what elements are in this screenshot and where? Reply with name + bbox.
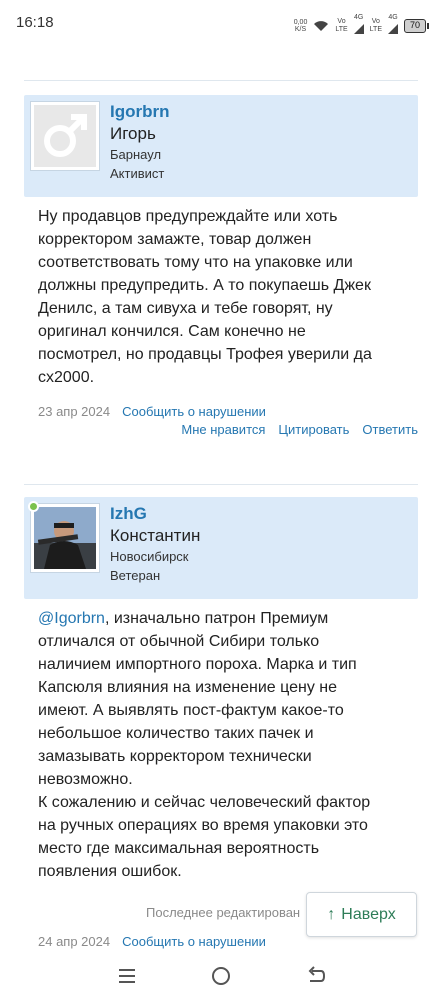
report-link[interactable]: Сообщить о нарушении [122,933,266,951]
battery-icon: 70 [404,18,429,33]
back-icon [308,966,325,982]
like-link[interactable]: Мне нравится [181,421,265,439]
system-navigation-bar [0,952,443,1000]
avatar[interactable] [30,503,100,573]
online-status-dot [28,501,39,512]
forum-thread[interactable]: Igorbrn Игорь Барнаул Активист Ну продав… [0,48,443,952]
sim1-volte: Vo LTE [335,17,348,33]
mention-link[interactable]: @Igorbrn [38,610,105,627]
sim2-signal: 4G [388,14,398,37]
forum-post: IzhG Константин Новосибирск Ветеран @Igo… [24,497,418,883]
status-bar: 16:18 0,00 K/S Vo LTE 4G Vo LTE 4G 70 [0,0,443,48]
post-date[interactable]: 24 апр 2024 [38,933,110,951]
signal-bars-icon [388,24,398,34]
scroll-to-top-label: Наверх [341,905,396,923]
post-date[interactable]: 23 апр 2024 [38,403,110,421]
post-author-header: IzhG Константин Новосибирск Ветеран [24,497,418,599]
reply-link[interactable]: Ответить [362,421,418,439]
divider [24,80,418,81]
post-meta: 24 апр 2024 Сообщить о нарушении [24,933,280,951]
author-info: IzhG Константин Новосибирск Ветеран [110,503,200,585]
status-time: 16:18 [16,14,54,31]
post-author-header: Igorbrn Игорь Барнаул Активист [24,95,418,197]
network-speed: 0,00 K/S [293,18,308,33]
home-circle-icon [212,967,231,985]
sim2-volte: Vo LTE [369,17,382,33]
scroll-to-top-button[interactable]: ↑ Наверх [306,892,417,937]
author-location: Барнаул [110,147,162,162]
status-icons: 0,00 K/S Vo LTE 4G Vo LTE 4G 70 [294,14,429,37]
male-symbol-icon [44,114,87,157]
arrow-up-icon: ↑ [327,905,336,923]
avatar[interactable] [30,101,100,171]
divider [24,484,418,485]
author-rank: Ветеран [110,568,161,583]
home-button[interactable] [209,964,233,988]
report-link[interactable]: Сообщить о нарушении [122,403,266,421]
author-location: Новосибирск [110,549,189,564]
edited-note: Последнее редактирован [146,905,301,920]
quote-link[interactable]: Цитировать [278,421,349,439]
post-body: Ну продавцов предупреждайте или хоть кор… [38,208,372,386]
post-meta: 23 апр 2024 Сообщить о нарушении [24,403,418,421]
post-actions: Мне нравится Цитировать Ответить [24,421,418,439]
username-link[interactable]: Igorbrn [110,101,170,123]
menu-button[interactable] [115,964,139,988]
author-info: Igorbrn Игорь Барнаул Активист [110,101,170,183]
sim1-signal: 4G [353,14,364,37]
user-photo-icon [34,507,96,569]
author-realname: Константин [110,526,201,545]
author-rank: Активист [110,166,165,181]
signal-bars-icon [353,24,364,34]
post-body: @Igorbrn, изначально патрон Премиум отли… [38,610,371,880]
author-realname: Игорь [110,124,156,143]
wifi-icon [314,20,329,31]
forum-post: Igorbrn Игорь Барнаул Активист Ну продав… [24,95,418,439]
battery-level: 70 [404,18,426,33]
username-link[interactable]: IzhG [110,503,200,525]
back-button[interactable] [304,964,328,988]
menu-icon [119,969,136,983]
